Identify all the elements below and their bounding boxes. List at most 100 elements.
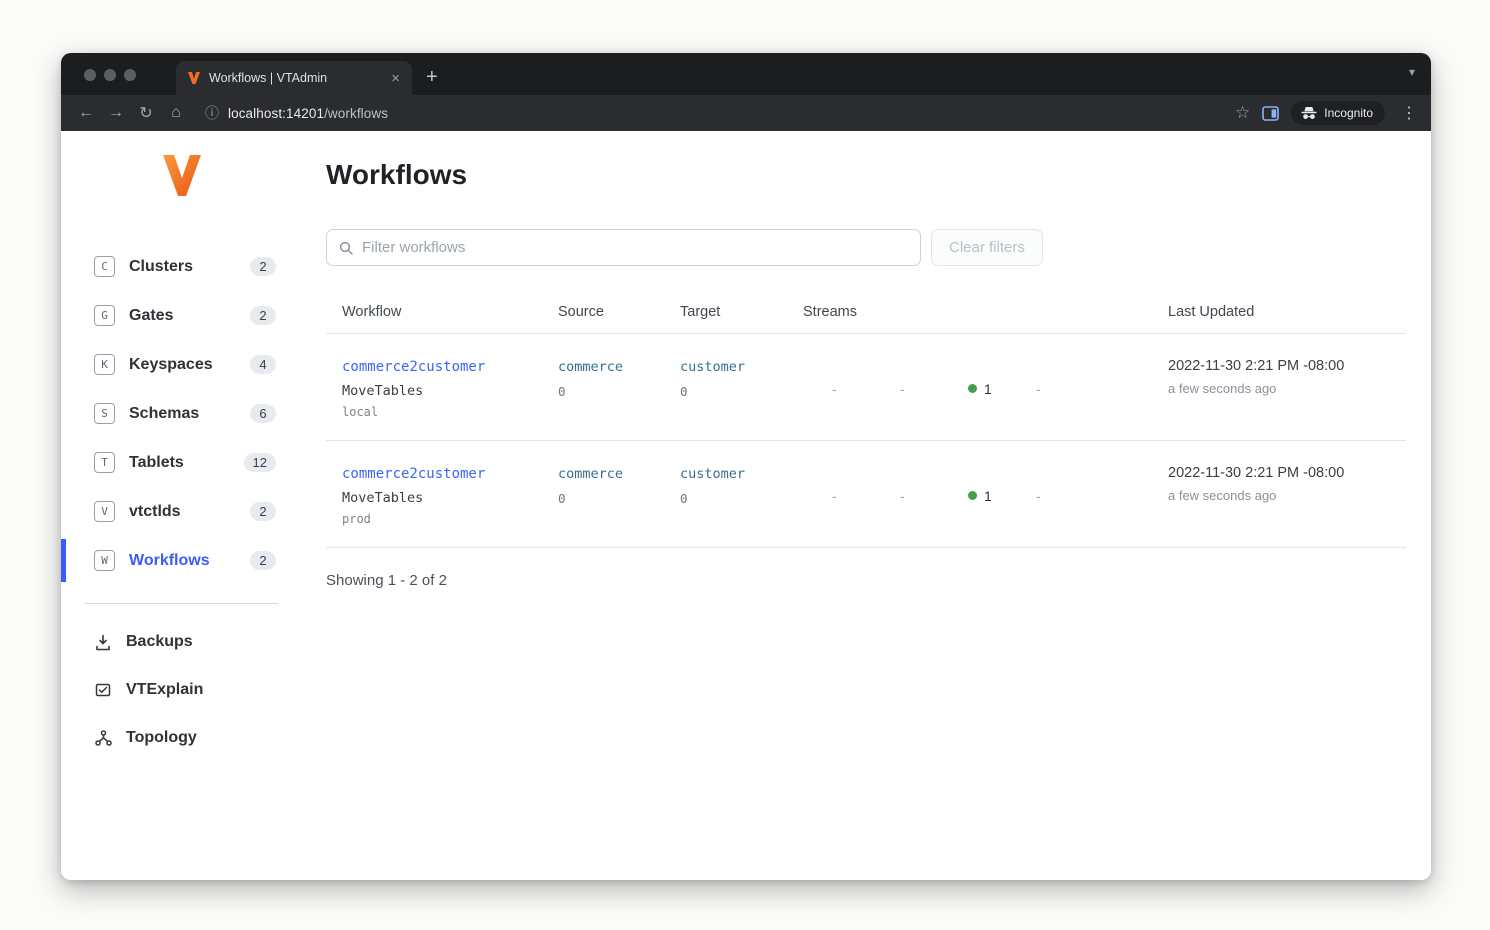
document-check-icon — [94, 682, 112, 698]
sidebar-item-workflows[interactable]: W Workflows 2 — [61, 536, 326, 585]
column-header-workflow: Workflow — [326, 304, 542, 320]
workflow-link[interactable]: commerce2customer — [342, 466, 485, 482]
back-icon[interactable]: ← — [71, 99, 101, 127]
sidebar-item-topology[interactable]: Topology — [61, 714, 326, 762]
column-header-last-updated: Last Updated — [1152, 304, 1406, 320]
sidebar: C Clusters 2 G Gates 2 K Keyspaces 4 S S… — [61, 131, 326, 880]
sidebar-item-label: vtctlds — [129, 503, 250, 521]
tab-search-chevron-icon[interactable]: ▾ — [1409, 65, 1415, 79]
stream-state: - — [832, 465, 900, 526]
source-keyspace-link[interactable]: commerce — [558, 359, 623, 375]
window-close-button[interactable] — [84, 69, 96, 81]
download-icon — [94, 634, 112, 651]
filter-workflows-input[interactable] — [362, 239, 908, 256]
schemas-icon: S — [94, 403, 115, 424]
app-content: C Clusters 2 G Gates 2 K Keyspaces 4 S S… — [61, 131, 1431, 880]
tab-close-icon[interactable]: × — [387, 70, 404, 87]
window-zoom-button[interactable] — [124, 69, 136, 81]
browser-tab[interactable]: Workflows | VTAdmin × — [176, 61, 412, 95]
last-updated-cell: 2022-11-30 2:21 PM -08:00 a few seconds … — [1152, 465, 1406, 526]
sidebar-item-label: Workflows — [129, 552, 250, 570]
incognito-badge: Incognito — [1291, 101, 1385, 125]
stream-state-running: 1 — [968, 465, 1036, 526]
browser-menu-icon[interactable]: ⋮ — [1397, 103, 1421, 123]
main-content: Workflows Clear filters Workflow Source … — [326, 131, 1431, 880]
last-updated-timestamp: 2022-11-30 2:21 PM -08:00 — [1168, 358, 1406, 374]
sidebar-item-label: Backups — [126, 633, 193, 651]
url-field[interactable]: ⓘ localhost:14201/workflows — [205, 103, 1225, 123]
sidebar-item-backups[interactable]: Backups — [61, 618, 326, 666]
sidebar-item-schemas[interactable]: S Schemas 6 — [61, 389, 326, 438]
clear-filters-button[interactable]: Clear filters — [931, 229, 1043, 266]
column-header-streams: Streams — [787, 304, 1152, 320]
count-badge: 2 — [250, 502, 276, 521]
tab-title: Workflows | VTAdmin — [209, 71, 379, 85]
stream-state: - — [900, 465, 968, 526]
sidebar-item-label: Gates — [129, 307, 250, 325]
browser-window: Workflows | VTAdmin × + ▾ ← → ↻ ⌂ ⓘ loca… — [61, 53, 1431, 880]
browser-titlebar: Workflows | VTAdmin × + ▾ — [61, 53, 1431, 95]
browser-addressbar: ← → ↻ ⌂ ⓘ localhost:14201/workflows ☆ — [61, 95, 1431, 131]
target-shard: 0 — [680, 384, 787, 399]
sidebar-item-clusters[interactable]: C Clusters 2 — [61, 242, 326, 291]
vitess-logo — [161, 153, 203, 198]
last-updated-cell: 2022-11-30 2:21 PM -08:00 a few seconds … — [1152, 358, 1406, 419]
sidebar-item-vtctlds[interactable]: V vtctlds 2 — [61, 487, 326, 536]
stream-state: - — [1036, 358, 1104, 419]
workflow-cluster: local — [342, 405, 542, 419]
window-minimize-button[interactable] — [104, 69, 116, 81]
site-info-icon[interactable]: ⓘ — [205, 103, 219, 123]
incognito-label: Incognito — [1324, 106, 1373, 120]
sidebar-item-label: Tablets — [129, 454, 244, 472]
reload-icon[interactable]: ↻ — [131, 99, 161, 127]
count-badge: 2 — [250, 257, 276, 276]
side-panel-icon[interactable] — [1262, 106, 1279, 121]
topology-icon — [94, 730, 112, 746]
filter-row: Clear filters — [326, 229, 1406, 266]
sidebar-item-label: Schemas — [129, 405, 250, 423]
workflows-table: Workflow Source Target Streams Last Upda… — [326, 294, 1406, 589]
source-keyspace-link[interactable]: commerce — [558, 466, 623, 482]
count-badge: 6 — [250, 404, 276, 423]
workflows-icon: W — [94, 550, 115, 571]
gates-icon: G — [94, 305, 115, 326]
workflow-cell: commerce2customer MoveTables local — [326, 358, 542, 419]
sidebar-item-gates[interactable]: G Gates 2 — [61, 291, 326, 340]
stream-state: - — [1036, 465, 1104, 526]
incognito-icon — [1301, 106, 1317, 120]
clusters-icon: C — [94, 256, 115, 277]
target-keyspace-link[interactable]: customer — [680, 466, 745, 482]
sidebar-item-tablets[interactable]: T Tablets 12 — [61, 438, 326, 487]
sidebar-nav: C Clusters 2 G Gates 2 K Keyspaces 4 S S… — [61, 242, 326, 585]
count-badge: 4 — [250, 355, 276, 374]
stream-state: - — [832, 358, 900, 419]
column-header-target: Target — [664, 304, 787, 320]
workflow-link[interactable]: commerce2customer — [342, 359, 485, 375]
sidebar-item-vtexplain[interactable]: VTExplain — [61, 666, 326, 714]
filter-input-wrapper — [326, 229, 921, 266]
source-shard: 0 — [558, 384, 664, 399]
new-tab-button[interactable]: + — [412, 66, 452, 95]
table-row: commerce2customer MoveTables local comme… — [326, 334, 1406, 441]
table-header-row: Workflow Source Target Streams Last Upda… — [326, 294, 1406, 334]
workflow-cluster: prod — [342, 512, 542, 526]
workflow-cell: commerce2customer MoveTables prod — [326, 465, 542, 526]
bookmark-star-icon[interactable]: ☆ — [1235, 103, 1250, 123]
url-path: /workflows — [324, 106, 388, 121]
url-host: localhost:14201 — [228, 106, 324, 121]
vtctlds-icon: V — [94, 501, 115, 522]
stream-state-running: 1 — [968, 358, 1036, 419]
sidebar-item-keyspaces[interactable]: K Keyspaces 4 — [61, 340, 326, 389]
streams-cell: - - 1 - — [787, 358, 1152, 419]
search-icon — [339, 241, 353, 255]
count-badge: 12 — [244, 453, 276, 472]
target-shard: 0 — [680, 491, 787, 506]
window-controls — [61, 69, 152, 95]
target-keyspace-link[interactable]: customer — [680, 359, 745, 375]
workflow-type: MoveTables — [342, 383, 542, 399]
results-count: Showing 1 - 2 of 2 — [326, 572, 1406, 589]
last-updated-timestamp: 2022-11-30 2:21 PM -08:00 — [1168, 465, 1406, 481]
home-icon[interactable]: ⌂ — [161, 99, 191, 127]
forward-icon[interactable]: → — [101, 99, 131, 127]
column-header-source: Source — [542, 304, 664, 320]
